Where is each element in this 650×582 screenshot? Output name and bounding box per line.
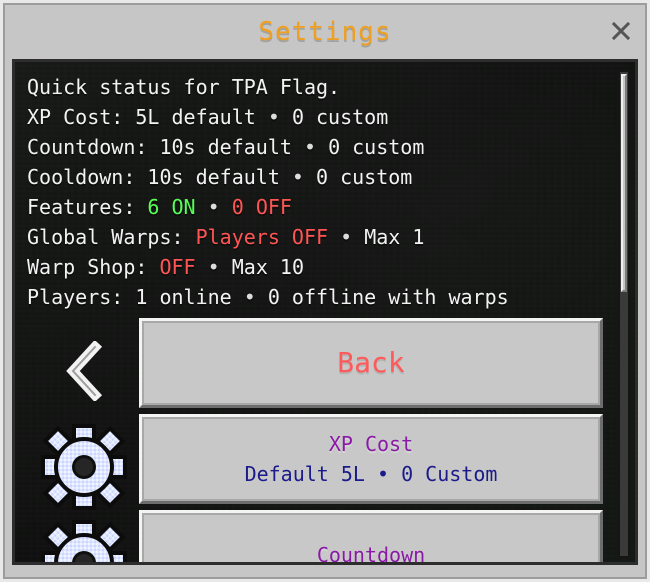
settings-panel: Quick status for TPA Flag. XP Cost: 5L d… — [12, 59, 638, 565]
menu-row-countdown: Countdown — [15, 510, 635, 565]
cooldown-label: Cooldown: — [27, 165, 136, 189]
countdown-button-label: Countdown — [316, 543, 426, 565]
settings-window: Settings Quick status for TPA Flag. XP C… — [0, 0, 650, 582]
cooldown-custom: 0 custom — [316, 165, 413, 189]
chevron-left-icon — [66, 341, 103, 401]
status-text: Quick status for TPA Flag. XP Cost: 5L d… — [27, 72, 607, 312]
countdown-label: Countdown: — [27, 135, 148, 159]
warp-shop-label: Warp Shop: — [27, 255, 148, 279]
countdown-icon-container — [41, 520, 127, 562]
xp-cost-icon-container — [41, 424, 127, 510]
xp-cost-button[interactable]: XP Cost Default 5L • 0 Custom — [139, 414, 603, 504]
bullet: • — [207, 255, 220, 279]
players-label: Players: — [27, 285, 124, 309]
status-line-intro: Quick status for TPA Flag. — [27, 72, 607, 102]
scroll-thumb[interactable] — [621, 74, 627, 292]
xp-cost-button-sub: Default 5L • 0 Custom — [244, 462, 498, 486]
players-online: 1 online — [135, 285, 232, 309]
xp-cost-default: 5L default — [135, 105, 256, 129]
status-line-countdown: Countdown: 10s default • 0 custom — [27, 132, 607, 162]
features-on: 6 ON — [147, 195, 196, 219]
status-line-players: Players: 1 online • 0 offline with warps — [27, 282, 607, 312]
back-button-label: Back — [337, 346, 405, 379]
status-line-warp-shop: Warp Shop: OFF • Max 10 — [27, 252, 607, 282]
title-bar: Settings — [3, 3, 647, 59]
close-icon — [611, 21, 631, 41]
gear-icon — [41, 424, 127, 510]
bullet: • — [291, 165, 304, 189]
scrollbar[interactable] — [618, 70, 630, 558]
gear-icon — [41, 520, 127, 562]
close-button[interactable] — [607, 17, 635, 45]
xp-cost-button-label: XP Cost — [328, 432, 414, 456]
menu-row-back: Back — [15, 318, 635, 408]
back-button[interactable]: Back — [139, 318, 603, 408]
players-offline: 0 offline with warps — [267, 285, 509, 309]
global-warps-players: Players OFF — [195, 225, 329, 249]
bullet: • — [243, 285, 256, 309]
bullet: • — [267, 105, 280, 129]
warp-shop-max: Max 10 — [231, 255, 304, 279]
warp-shop-state: OFF — [159, 255, 196, 279]
bullet: • — [340, 225, 353, 249]
menu-row-xp-cost: XP Cost Default 5L • 0 Custom — [15, 414, 635, 510]
xp-cost-custom: 0 custom — [291, 105, 389, 129]
bullet: • — [207, 195, 220, 219]
back-icon-container — [41, 328, 127, 414]
status-line-cooldown: Cooldown: 10s default • 0 custom — [27, 162, 607, 192]
bullet: • — [303, 135, 317, 159]
status-line-global-warps: Global Warps: Players OFF • Max 1 — [27, 222, 607, 252]
global-warps-label: Global Warps: — [27, 225, 184, 249]
features-label: Features: — [27, 195, 136, 219]
status-line-features: Features: 6 ON • 0 OFF — [27, 192, 607, 222]
global-warps-max: Max 1 — [364, 225, 425, 249]
window-title: Settings — [258, 17, 392, 47]
xp-cost-label: XP Cost: — [27, 105, 124, 129]
countdown-default: 10s default — [159, 135, 292, 159]
features-off: 0 OFF — [231, 195, 292, 219]
cooldown-default: 10s default — [147, 165, 280, 189]
countdown-button[interactable]: Countdown — [139, 510, 603, 565]
countdown-custom: 0 custom — [328, 135, 425, 159]
status-intro: Quick status for TPA Flag. — [27, 75, 341, 99]
status-line-xp-cost: XP Cost: 5L default • 0 custom — [27, 102, 607, 132]
